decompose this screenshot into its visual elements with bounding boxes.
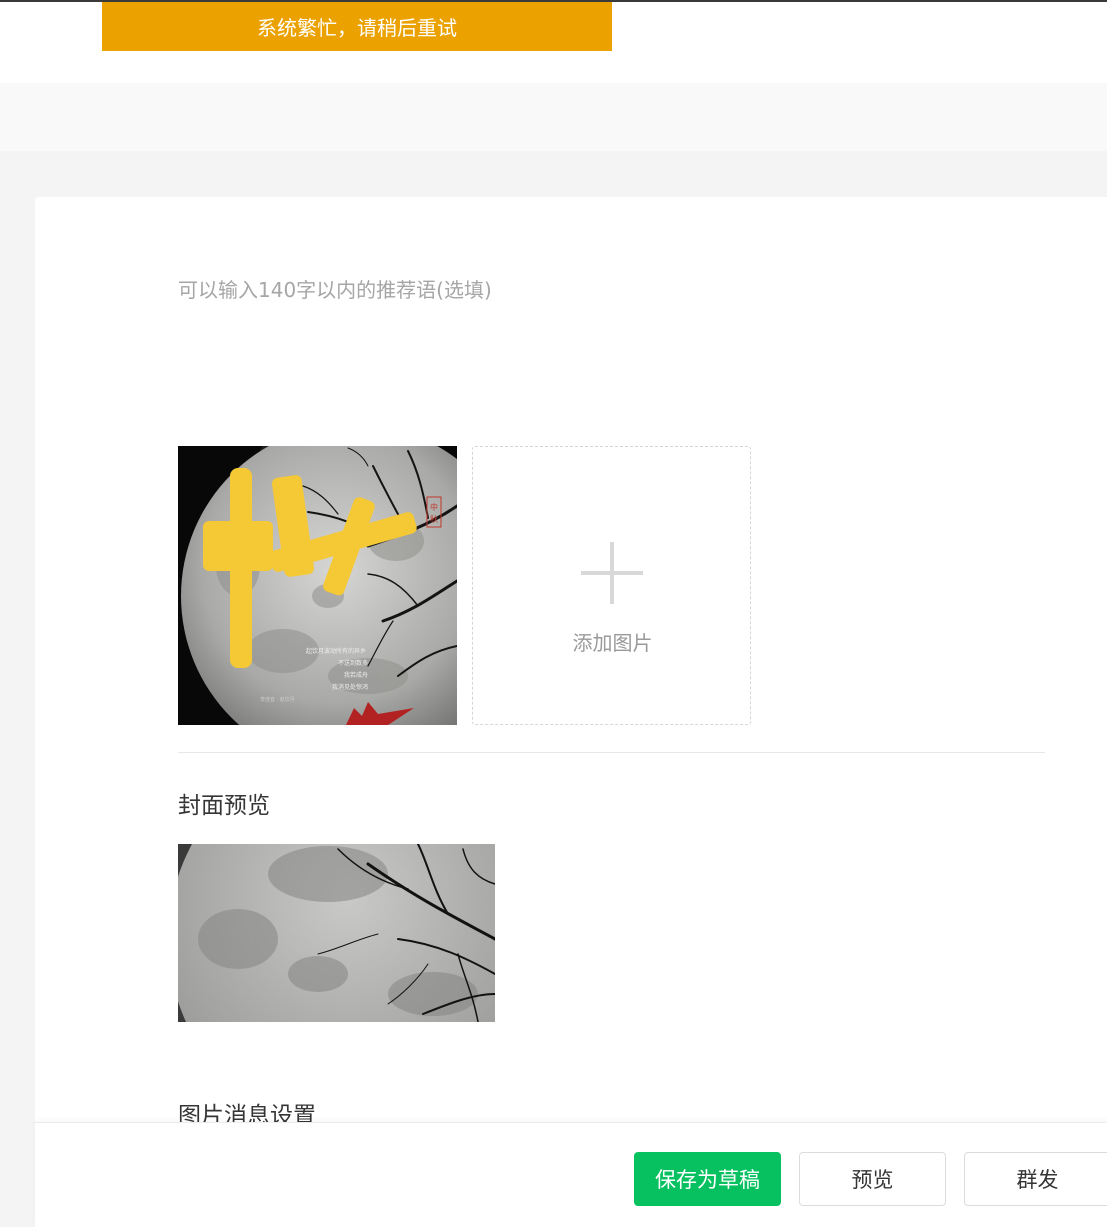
cover-crop bbox=[178, 844, 495, 1022]
recommendation-input[interactable] bbox=[178, 270, 1038, 310]
seal-text-1: 中 bbox=[430, 502, 438, 512]
add-image-button[interactable]: 添加图片 bbox=[472, 446, 751, 725]
preview-button[interactable]: 预览 bbox=[799, 1152, 946, 1206]
plus-icon bbox=[610, 542, 614, 604]
cover-preview-image bbox=[178, 844, 495, 1022]
error-toast: 系统繁忙，请稍后重试 bbox=[102, 2, 612, 51]
cover-preview-title: 封面预览 bbox=[178, 793, 270, 819]
poem-line-2: 不送到数多 bbox=[338, 659, 368, 667]
poem-line-1: 起饮月波动所有的异乡 bbox=[306, 647, 366, 655]
toast-message: 系统繁忙，请稍后重试 bbox=[257, 16, 457, 40]
mass-send-button[interactable]: 群发 bbox=[964, 1152, 1107, 1206]
bottom-action-bar bbox=[35, 1122, 1107, 1227]
section-divider bbox=[178, 752, 1045, 753]
poem-line-4: 我消见处惊鸿 bbox=[332, 683, 368, 691]
seal-text-2: 秋 bbox=[430, 514, 438, 524]
poster-credit: 李佳音 · 赵饮月 bbox=[260, 696, 295, 703]
header-strip bbox=[0, 83, 1107, 151]
save-draft-button[interactable]: 保存为草稿 bbox=[634, 1152, 781, 1206]
mid-autumn-poster: 中 秋 起饮月波动所有的异乡 不送到数多 我若成舟 我消见处惊鸿 李佳音 · 赵… bbox=[178, 446, 457, 725]
poem-line-3: 我若成舟 bbox=[344, 671, 368, 679]
uploaded-image-thumbnail[interactable]: 中 秋 起饮月波动所有的异乡 不送到数多 我若成舟 我消见处惊鸿 李佳音 · 赵… bbox=[178, 446, 457, 725]
add-image-label: 添加图片 bbox=[572, 631, 653, 655]
